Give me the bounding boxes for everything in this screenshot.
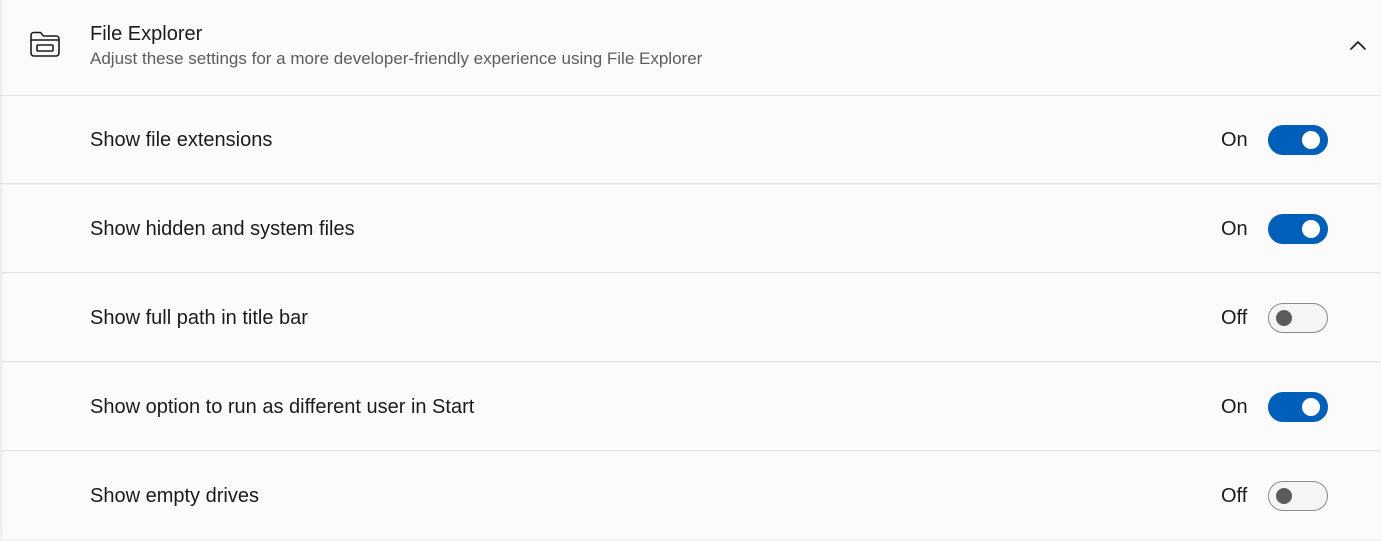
toggle-knob: [1276, 310, 1292, 326]
toggle-switch[interactable]: [1268, 125, 1328, 155]
file-explorer-settings-panel: File Explorer Adjust these settings for …: [1, 0, 1380, 539]
file-explorer-section-header[interactable]: File Explorer Adjust these settings for …: [2, 0, 1380, 96]
toggle-switch[interactable]: [1268, 303, 1328, 333]
toggle-knob: [1302, 220, 1320, 238]
toggle-state-text: Off: [1221, 485, 1248, 507]
setting-row: Show hidden and system files On: [2, 185, 1380, 273]
setting-label: Show full path in title bar: [90, 307, 308, 329]
setting-label: Show empty drives: [90, 485, 259, 507]
setting-row: Show file extensions On: [2, 96, 1380, 184]
setting-label: Show option to run as different user in …: [90, 396, 475, 418]
chevron-up-icon[interactable]: [1346, 34, 1370, 58]
toggle-switch[interactable]: [1268, 214, 1328, 244]
toggle-state-text: On: [1221, 396, 1248, 418]
section-subtitle: Adjust these settings for a more develop…: [90, 49, 703, 68]
toggle-switch[interactable]: [1268, 392, 1328, 422]
toggle-knob: [1276, 488, 1292, 504]
section-title: File Explorer: [90, 23, 203, 45]
toggle-state-text: On: [1221, 218, 1248, 240]
setting-row: Show option to run as different user in …: [2, 363, 1380, 451]
setting-row: Show full path in title bar Off: [2, 274, 1380, 362]
setting-row: Show empty drives Off: [2, 452, 1380, 539]
setting-label: Show file extensions: [90, 129, 273, 151]
toggle-knob: [1302, 131, 1320, 149]
folder-icon: [28, 28, 62, 60]
toggle-state-text: On: [1221, 129, 1248, 151]
toggle-knob: [1302, 398, 1320, 416]
toggle-switch[interactable]: [1268, 481, 1328, 511]
toggle-state-text: Off: [1221, 307, 1248, 329]
setting-label: Show hidden and system files: [90, 218, 355, 240]
